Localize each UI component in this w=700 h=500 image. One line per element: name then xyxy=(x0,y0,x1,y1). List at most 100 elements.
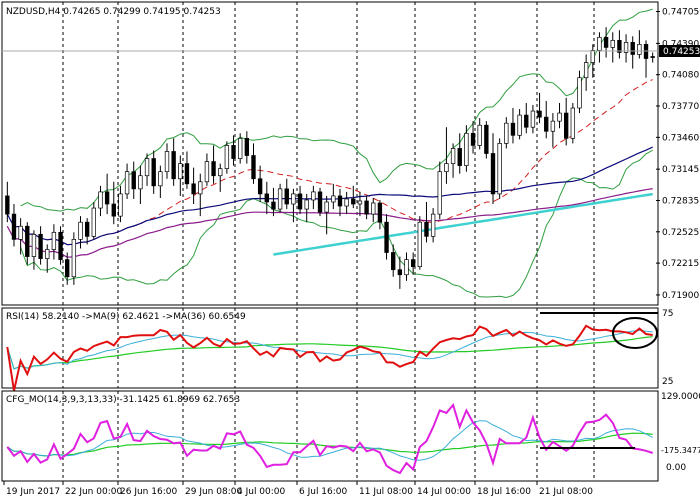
candle-body xyxy=(25,225,30,257)
candle-body xyxy=(38,233,43,259)
candle-body xyxy=(417,221,422,268)
price-tick-label: 0.72835 xyxy=(662,196,699,206)
candle-body xyxy=(510,122,516,136)
candle-body xyxy=(337,195,343,207)
price-tick-label: 0.72215 xyxy=(662,259,699,269)
candle-body xyxy=(424,221,429,237)
candle-body xyxy=(524,114,529,128)
candle-body xyxy=(537,110,542,118)
candle-body xyxy=(364,200,369,215)
candle-body xyxy=(430,213,436,237)
candle-body xyxy=(397,269,403,276)
candle-body xyxy=(437,171,442,215)
current-price-label: 0.74253 xyxy=(663,47,700,57)
candle-body xyxy=(331,195,336,203)
candle-body xyxy=(151,158,156,187)
rsi-level-75: 75 xyxy=(662,309,673,319)
candle-body xyxy=(464,132,469,166)
candle-body xyxy=(344,198,349,207)
candle-body xyxy=(384,221,389,253)
candle-body xyxy=(124,171,130,195)
candle-body xyxy=(357,200,363,205)
mo-panel-label: CFG_MO(14,3,9,3,13,33) -31.1425 61.8969 … xyxy=(6,395,240,405)
price-tick-label: 0.73145 xyxy=(662,165,699,175)
candle xyxy=(417,216,422,270)
candle-body xyxy=(597,36,602,51)
mo-level-zero: 0.00 xyxy=(666,463,686,473)
candle-body xyxy=(603,36,609,48)
candle-body xyxy=(377,202,383,223)
candle xyxy=(484,121,489,159)
candle-body xyxy=(490,153,496,195)
candle-body xyxy=(224,145,230,170)
chart-root: NZDUSD,H4 0.74265 0.74299 0.74195 0.7425… xyxy=(0,0,700,500)
candle-body xyxy=(218,168,223,177)
candle-body xyxy=(637,44,642,55)
candle-body xyxy=(271,201,276,210)
candle-body xyxy=(457,148,462,166)
time-label: 22 Jun 00:00 xyxy=(65,487,122,497)
candle-body xyxy=(184,163,190,185)
candle-body xyxy=(231,145,236,159)
candle-body xyxy=(530,110,536,128)
candle-body xyxy=(544,116,549,132)
candle-body xyxy=(371,202,376,215)
candle-body xyxy=(404,259,409,276)
candle xyxy=(317,187,323,217)
candle-body xyxy=(91,207,96,237)
time-label: 19 Jun 2017 xyxy=(6,487,60,497)
time-label: 21 Jul 08:00 xyxy=(539,487,593,497)
time-label: 14 Jul 00:00 xyxy=(417,487,471,497)
candle-body xyxy=(470,132,476,146)
time-label: 26 Jun 16:00 xyxy=(120,487,177,497)
candle-body xyxy=(444,163,449,173)
candle-body xyxy=(583,62,589,79)
candle-body xyxy=(304,199,309,210)
candle-body xyxy=(31,233,37,257)
candle-body xyxy=(84,221,90,237)
candle-body xyxy=(610,39,615,48)
candle-body xyxy=(238,137,243,159)
candle-body xyxy=(45,249,50,259)
candle-body xyxy=(118,193,123,217)
candle-body xyxy=(144,158,150,177)
candle-body xyxy=(18,225,23,240)
candle-body xyxy=(104,191,110,205)
candle-body xyxy=(484,124,489,154)
candle-body xyxy=(477,124,482,146)
candle-body xyxy=(11,213,17,240)
candle-body xyxy=(577,77,582,109)
candle xyxy=(570,102,576,144)
candle-body xyxy=(570,107,576,139)
candle-body xyxy=(65,259,70,278)
candle-body xyxy=(131,171,136,190)
candle-body xyxy=(504,122,509,144)
candle-body xyxy=(98,191,103,209)
rsi-level-25: 25 xyxy=(662,377,673,387)
candle-body xyxy=(277,188,283,210)
candle-body xyxy=(291,193,296,205)
candle-body xyxy=(178,163,183,180)
time-label: 4 Jul 00:00 xyxy=(237,487,286,497)
mo-level-high: 129.0000 xyxy=(661,392,700,402)
candle-body xyxy=(5,195,10,215)
candle-body xyxy=(311,191,316,201)
candle-body xyxy=(158,171,163,187)
price-tick-label: 0.74080 xyxy=(662,71,699,81)
candle-body xyxy=(284,188,289,205)
candle-body xyxy=(497,143,502,195)
price-panel-label: NZDUSD,H4 0.74265 0.74299 0.74195 0.7425… xyxy=(6,7,221,17)
time-label: 6 Jul 16:00 xyxy=(299,487,348,497)
candle-body xyxy=(191,183,196,195)
candle-body xyxy=(58,231,63,260)
candle-body xyxy=(324,201,329,213)
candle-body xyxy=(630,42,635,55)
candle-body xyxy=(297,193,303,210)
candle-body xyxy=(198,181,203,195)
price-tick-label: 0.71900 xyxy=(662,291,699,301)
time-label: 18 Jul 16:00 xyxy=(477,487,531,497)
candle-body xyxy=(164,151,170,173)
candle-body xyxy=(650,56,655,58)
candle-body xyxy=(450,148,456,164)
candle-body xyxy=(211,161,216,177)
